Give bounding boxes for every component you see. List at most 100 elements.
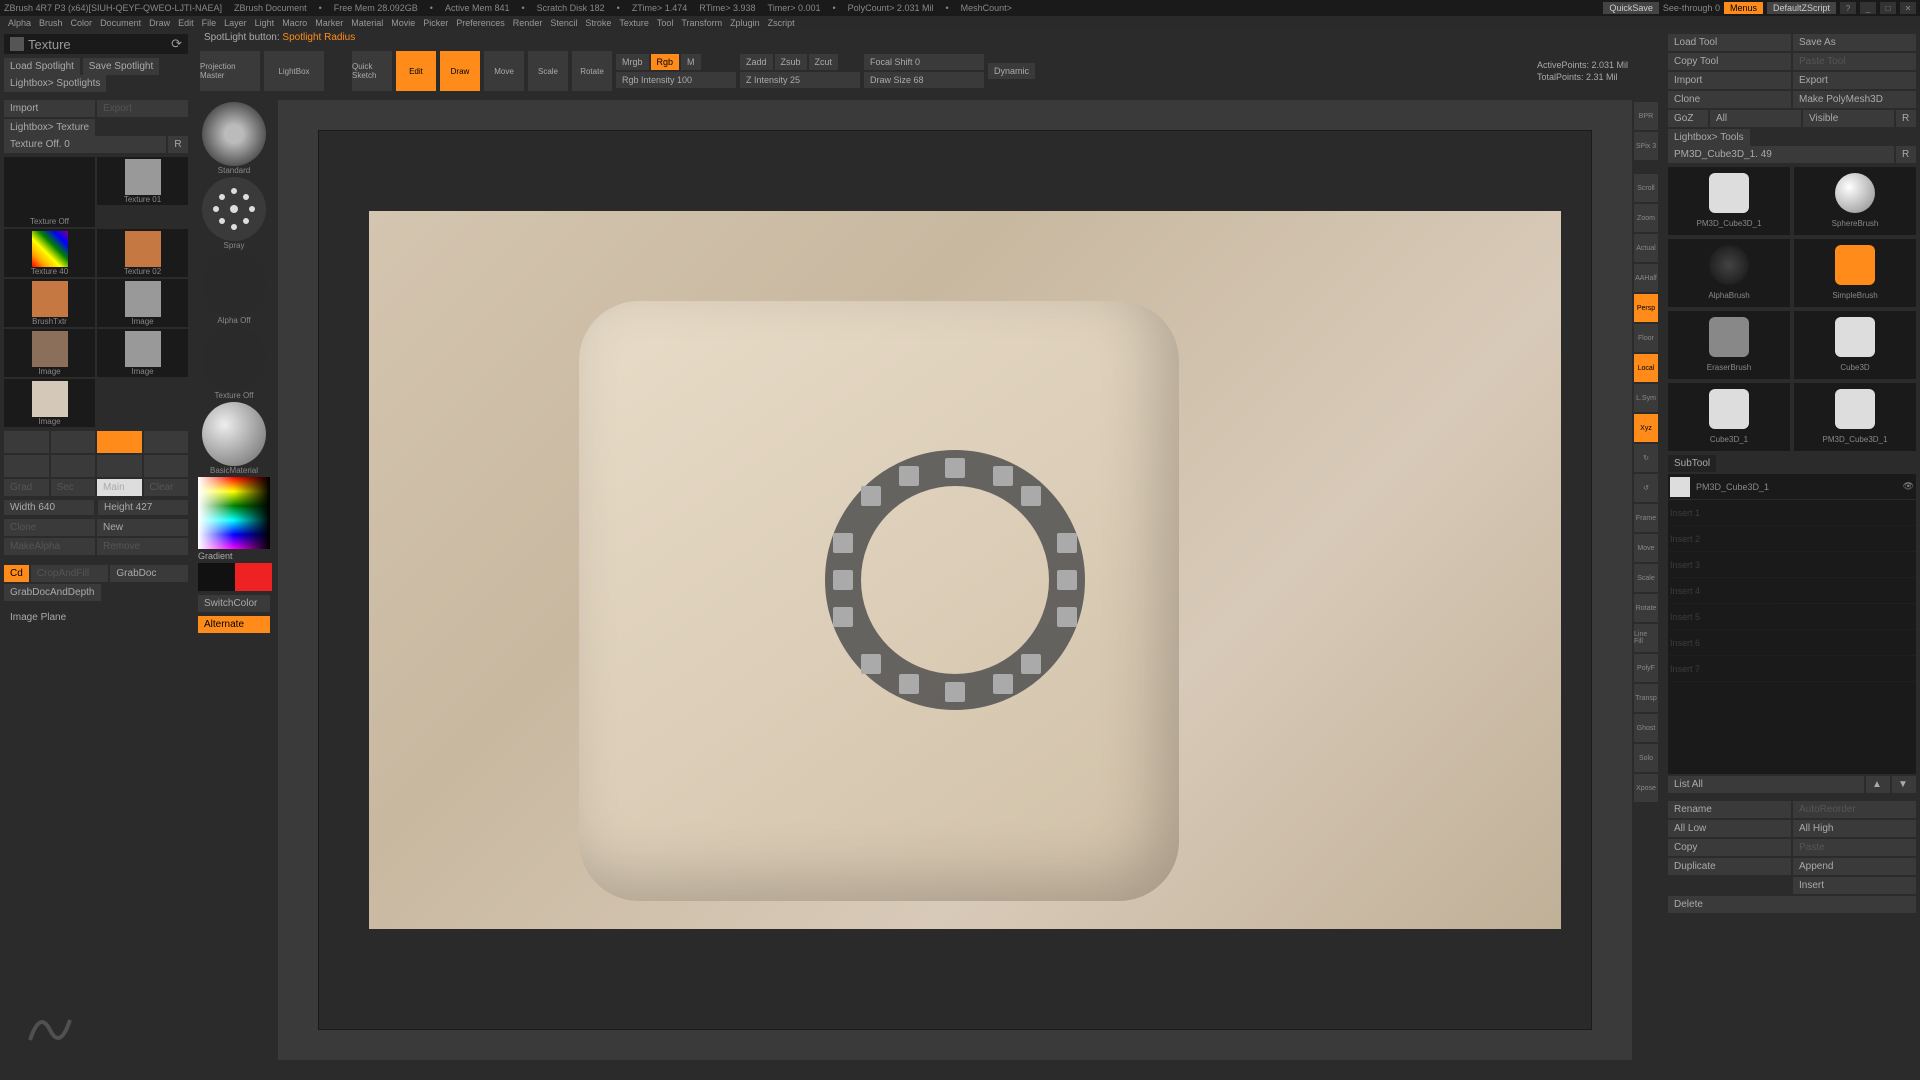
rotate-button[interactable]: Rotate bbox=[572, 51, 612, 91]
menu-file[interactable]: File bbox=[202, 18, 217, 28]
brush-selector[interactable]: Standard bbox=[198, 102, 270, 175]
alpha-selector[interactable]: Alpha Off bbox=[198, 252, 270, 325]
polyf-button[interactable]: PolyF bbox=[1634, 654, 1658, 682]
dial-icon[interactable] bbox=[1021, 654, 1041, 674]
texture-off-button[interactable]: Texture Off. 0 bbox=[4, 136, 166, 153]
tool-r-button[interactable]: R bbox=[1896, 146, 1916, 163]
subtool-row[interactable]: Insert 3 bbox=[1668, 552, 1916, 578]
import-texture-button[interactable]: Import bbox=[4, 100, 95, 117]
dial-icon[interactable] bbox=[945, 458, 965, 478]
grad-button[interactable]: Grad bbox=[4, 479, 49, 496]
menu-preferences[interactable]: Preferences bbox=[456, 18, 505, 28]
dial-icon[interactable] bbox=[899, 466, 919, 486]
xyz-button[interactable]: Xyz bbox=[1634, 414, 1658, 442]
delete-button[interactable]: Delete bbox=[1668, 896, 1916, 913]
menu-stencil[interactable]: Stencil bbox=[550, 18, 577, 28]
menu-layer[interactable]: Layer bbox=[224, 18, 247, 28]
edit-button[interactable]: Edit bbox=[396, 51, 436, 91]
goz-r-button[interactable]: R bbox=[1896, 110, 1916, 127]
autoreorder-button[interactable]: AutoReorder bbox=[1793, 801, 1916, 818]
tex-op[interactable] bbox=[144, 455, 189, 477]
rgb-toggle[interactable]: Rgb bbox=[651, 54, 680, 70]
draw-size-slider[interactable]: Draw Size 68 bbox=[864, 72, 984, 88]
texture-slot[interactable]: Image bbox=[4, 329, 95, 377]
rename-button[interactable]: Rename bbox=[1668, 801, 1791, 818]
rotate-cw-icon[interactable]: ↻ bbox=[1634, 444, 1658, 472]
menu-tool[interactable]: Tool bbox=[657, 18, 674, 28]
projection-master-button[interactable]: Projection Master bbox=[200, 51, 260, 91]
scale-nav-button[interactable]: Scale bbox=[1634, 564, 1658, 592]
texture-slot[interactable]: Texture Off bbox=[4, 157, 95, 227]
zsub-toggle[interactable]: Zsub bbox=[775, 54, 807, 70]
linefill-button[interactable]: Line Fill bbox=[1634, 624, 1658, 652]
new-button[interactable]: New bbox=[97, 519, 188, 536]
grabdoc-button[interactable]: GrabDoc bbox=[110, 565, 188, 582]
menu-movie[interactable]: Movie bbox=[391, 18, 415, 28]
sec-button[interactable]: Sec bbox=[51, 479, 96, 496]
tool-slot[interactable]: EraserBrush bbox=[1668, 311, 1790, 379]
lightbox-tools-button[interactable]: Lightbox> Tools bbox=[1668, 129, 1750, 146]
menu-transform[interactable]: Transform bbox=[681, 18, 722, 28]
tex-op[interactable] bbox=[4, 455, 49, 477]
insert-button[interactable]: Insert bbox=[1793, 877, 1916, 894]
dial-icon[interactable] bbox=[833, 607, 853, 627]
tex-op[interactable] bbox=[144, 431, 189, 453]
texture-slot[interactable]: Texture 01 bbox=[97, 157, 188, 205]
dial-icon[interactable] bbox=[1057, 607, 1077, 627]
menu-stroke[interactable]: Stroke bbox=[585, 18, 611, 28]
menu-marker[interactable]: Marker bbox=[315, 18, 343, 28]
lsym-button[interactable]: L.Sym bbox=[1634, 384, 1658, 412]
floor-button[interactable]: Floor bbox=[1634, 324, 1658, 352]
menu-macro[interactable]: Macro bbox=[282, 18, 307, 28]
texture-slot[interactable]: Texture 02 bbox=[97, 229, 188, 277]
menu-alpha[interactable]: Alpha bbox=[8, 18, 31, 28]
move-nav-button[interactable]: Move bbox=[1634, 534, 1658, 562]
paste-tool-button[interactable]: Paste Tool bbox=[1793, 53, 1916, 70]
texture-slot[interactable]: Image bbox=[97, 329, 188, 377]
help-icon[interactable]: ? bbox=[1840, 2, 1856, 14]
default-zscript[interactable]: DefaultZScript bbox=[1767, 2, 1836, 14]
dial-icon[interactable] bbox=[861, 486, 881, 506]
zoom-button[interactable]: Zoom bbox=[1634, 204, 1658, 232]
load-spotlight-button[interactable]: Load Spotlight bbox=[4, 58, 80, 75]
copy-tool-button[interactable]: Copy Tool bbox=[1668, 53, 1791, 70]
save-spotlight-button[interactable]: Save Spotlight bbox=[83, 58, 160, 75]
bpr-button[interactable]: BPR bbox=[1634, 102, 1658, 130]
quick-sketch-button[interactable]: Quick Sketch bbox=[352, 51, 392, 91]
scale-button[interactable]: Scale bbox=[528, 51, 568, 91]
export-tool-button[interactable]: Export bbox=[1793, 72, 1916, 89]
menu-color[interactable]: Color bbox=[71, 18, 93, 28]
menu-zplugin[interactable]: Zplugin bbox=[730, 18, 760, 28]
save-as-button[interactable]: Save As bbox=[1793, 34, 1916, 51]
make-polymesh-button[interactable]: Make PolyMesh3D bbox=[1793, 91, 1916, 108]
m-toggle[interactable]: M bbox=[681, 54, 701, 70]
color-swatch[interactable] bbox=[198, 563, 272, 591]
menu-edit[interactable]: Edit bbox=[178, 18, 194, 28]
alternate-button[interactable]: Alternate bbox=[198, 616, 270, 633]
eye-icon[interactable]: 👁 bbox=[1903, 481, 1914, 492]
dial-icon[interactable] bbox=[899, 674, 919, 694]
transp-button[interactable]: Transp bbox=[1634, 684, 1658, 712]
dynamic-toggle[interactable]: Dynamic bbox=[988, 63, 1035, 79]
zadd-toggle[interactable]: Zadd bbox=[740, 54, 773, 70]
lightbox-spotlights-button[interactable]: Lightbox> Spotlights bbox=[4, 75, 106, 92]
minimize-icon[interactable]: _ bbox=[1860, 2, 1876, 14]
tool-slot[interactable]: Cube3D bbox=[1794, 311, 1916, 379]
tool-slot[interactable]: AlphaBrush bbox=[1668, 239, 1790, 307]
all-high-button[interactable]: All High bbox=[1793, 820, 1916, 837]
subtool-row[interactable]: Insert 7 bbox=[1668, 656, 1916, 682]
subtool-row[interactable]: Insert 4 bbox=[1668, 578, 1916, 604]
goz-visible-button[interactable]: Visible bbox=[1803, 110, 1894, 127]
ghost-button[interactable]: Ghost bbox=[1634, 714, 1658, 742]
subtool-row[interactable]: Insert 1 bbox=[1668, 500, 1916, 526]
paste-subtool-button[interactable]: Paste bbox=[1793, 839, 1916, 856]
dial-icon[interactable] bbox=[833, 570, 853, 590]
dial-icon[interactable] bbox=[833, 533, 853, 553]
refresh-icon[interactable]: ⟳ bbox=[171, 36, 182, 52]
current-tool-label[interactable]: PM3D_Cube3D_1. 49 bbox=[1668, 146, 1894, 163]
texture-slot[interactable]: BrushTxtr bbox=[4, 279, 95, 327]
cropfill-button[interactable]: CropAndFill bbox=[31, 565, 109, 582]
duplicate-button[interactable]: Duplicate bbox=[1668, 858, 1791, 875]
lightbox-button[interactable]: LightBox bbox=[264, 51, 324, 91]
down-arrow-icon[interactable]: ▼ bbox=[1892, 776, 1916, 793]
